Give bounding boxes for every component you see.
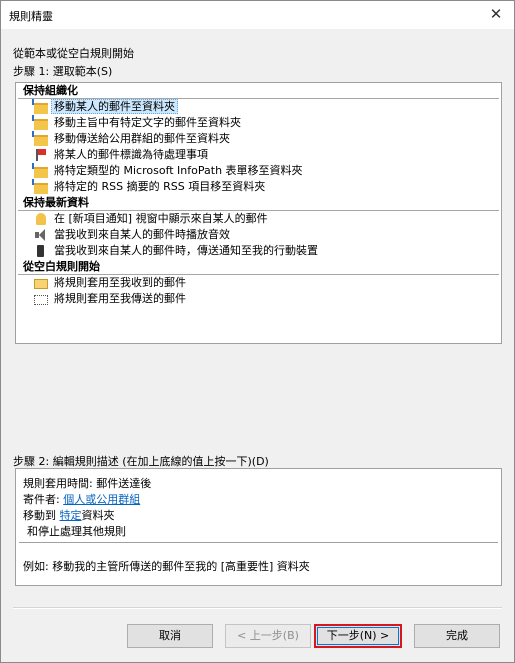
step2-label: 步驟 2: 編輯規則描述 (在加上底線的值上按一下)(D)	[13, 455, 269, 468]
speaker-icon	[34, 229, 48, 241]
list-item[interactable]: 移動主旨中有特定文字的郵件至資料夾	[16, 115, 501, 131]
list-item[interactable]: 將規則套用至我傳送的郵件	[16, 291, 501, 307]
send-mail-icon	[34, 295, 48, 305]
folder-arrow-icon	[32, 99, 48, 114]
phone-icon	[37, 245, 44, 257]
title-bar: 規則精靈 ✕	[1, 1, 514, 29]
folder-arrow-icon	[32, 163, 48, 178]
flag-icon	[34, 149, 48, 161]
group-header-stay-updated: 保持最新資料	[18, 195, 499, 211]
list-item[interactable]: 將特定的 RSS 摘要的 RSS 項目移至資料夾	[16, 179, 501, 195]
rules-wizard-dialog: 規則精靈 ✕ 從範本或從空白規則開始 步驟 1: 選取範本(S) 保持組織化 移…	[0, 0, 515, 663]
instruction-text: 從範本或從空白規則開始	[13, 47, 134, 60]
window-title: 規則精靈	[9, 10, 53, 23]
divider	[19, 542, 498, 543]
list-item[interactable]: 將某人的郵件標識為待處理事項	[16, 147, 501, 163]
envelope-icon	[34, 279, 48, 289]
rule-description-box: 規則套用時間: 郵件送達後 寄件者: 個人或公用群組 移動到 特定資料夾 和停止…	[15, 468, 502, 586]
specified-folder-link[interactable]: 特定	[60, 509, 82, 522]
divider	[13, 607, 502, 609]
bell-icon	[36, 213, 46, 225]
close-icon[interactable]: ✕	[484, 3, 508, 25]
list-item[interactable]: 移動傳送給公用群組的郵件至資料夾	[16, 131, 501, 147]
next-button[interactable]: 下一步(N) >	[314, 624, 402, 648]
list-item[interactable]: 當我收到來自某人的郵件時，傳送通知至我的行動裝置	[16, 243, 501, 259]
description-line: 規則套用時間: 郵件送達後	[23, 477, 152, 490]
folder-arrow-icon	[32, 115, 48, 130]
template-listbox[interactable]: 保持組織化 移動某人的郵件至資料夾 移動主旨中有特定文字的郵件至資料夾 移動傳送…	[15, 82, 502, 344]
description-line: 移動到 特定資料夾	[23, 509, 115, 522]
cancel-button[interactable]: 取消	[127, 624, 213, 648]
list-item[interactable]: 移動某人的郵件至資料夾	[16, 99, 501, 115]
folder-arrow-icon	[32, 131, 48, 146]
group-header-organize: 保持組織化	[18, 83, 499, 99]
people-or-group-link[interactable]: 個人或公用群組	[63, 493, 140, 506]
finish-button[interactable]: 完成	[414, 624, 500, 648]
example-text: 例如: 移動我的主管所傳送的郵件至我的 [高重要性] 資料夾	[23, 560, 310, 573]
list-item[interactable]: 將規則套用至我收到的郵件	[16, 275, 501, 291]
back-button[interactable]: < 上一步(B)	[225, 624, 311, 648]
folder-arrow-icon	[32, 179, 48, 194]
list-item[interactable]: 在 [新項目通知] 視窗中顯示來自某人的郵件	[16, 211, 501, 227]
description-line: 和停止處理其他規則	[27, 525, 126, 538]
description-line: 寄件者: 個人或公用群組	[23, 493, 141, 506]
group-header-blank-rule: 從空白規則開始	[18, 259, 499, 275]
list-item[interactable]: 當我收到來自某人的郵件時播放音效	[16, 227, 501, 243]
step1-label: 步驟 1: 選取範本(S)	[13, 65, 113, 78]
list-item[interactable]: 將特定類型的 Microsoft InfoPath 表單移至資料夾	[16, 163, 501, 179]
